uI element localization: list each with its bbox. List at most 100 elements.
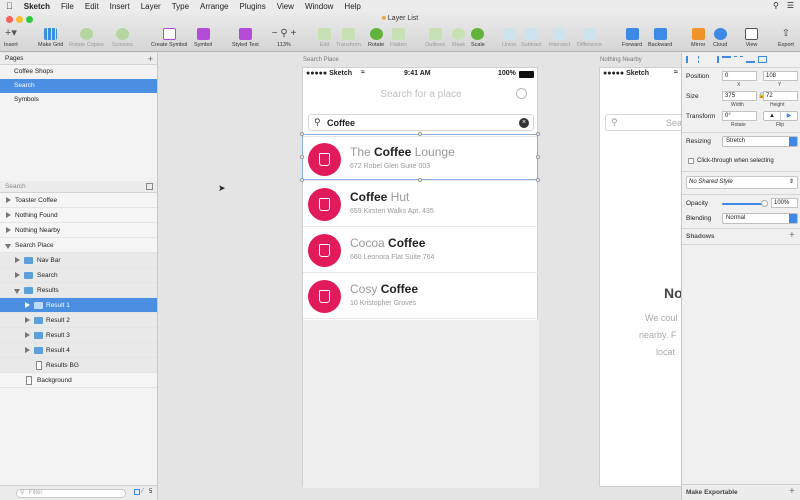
intersect-button[interactable]: Intersect xyxy=(549,28,570,48)
transform-button[interactable]: Transform xyxy=(336,28,361,48)
resizing-select[interactable]: Stretch xyxy=(722,136,798,147)
result-row[interactable]: The Coffee Lounge 672 Robel Glen Suite 0… xyxy=(303,136,539,181)
gear-icon[interactable] xyxy=(516,88,527,99)
flatten-button[interactable]: Flatten xyxy=(390,28,407,48)
page-item-selected[interactable]: Search xyxy=(0,79,157,93)
add-page-icon[interactable]: + xyxy=(148,53,153,65)
rotate-copies-button[interactable]: Rotate Copies xyxy=(69,28,104,48)
blending-select[interactable]: Normal xyxy=(722,213,798,224)
disclosure-icon[interactable] xyxy=(6,227,11,233)
menu-app[interactable]: Sketch xyxy=(24,2,50,11)
add-shadow-icon[interactable]: + xyxy=(789,230,795,241)
layer-row[interactable]: Results BG xyxy=(0,358,157,373)
page-item[interactable]: Symbols xyxy=(0,93,157,107)
width-field[interactable]: 375 xyxy=(722,91,757,101)
height-field[interactable]: 72 xyxy=(763,91,798,101)
page-item[interactable]: Coffee Shops xyxy=(0,65,157,79)
outlines-button[interactable]: Outlines xyxy=(425,28,445,48)
forward-button[interactable]: Forward xyxy=(622,28,642,48)
shared-style-select[interactable]: No Shared Style ⇕ xyxy=(686,176,798,189)
layer-row[interactable]: Background xyxy=(0,373,157,388)
y-field[interactable]: 108 xyxy=(763,71,798,81)
symbols-filter-icon[interactable] xyxy=(134,489,140,495)
disclosure-icon[interactable] xyxy=(25,317,30,323)
cloud-button[interactable]: Cloud xyxy=(713,28,727,48)
scissors-button[interactable]: Scissors xyxy=(112,28,133,48)
mirror-button[interactable]: Mirror xyxy=(691,28,705,48)
resize-handle[interactable] xyxy=(536,178,540,182)
menu-file[interactable]: File xyxy=(61,2,74,11)
styled-text-button[interactable]: Styled Text xyxy=(232,28,259,48)
menu-window[interactable]: Window xyxy=(305,2,333,11)
layer-row[interactable]: Search xyxy=(0,268,157,283)
add-export-icon[interactable]: + xyxy=(789,486,795,497)
edit-button[interactable]: Edit xyxy=(318,28,331,48)
disclosure-icon[interactable] xyxy=(5,244,11,249)
menu-help[interactable]: Help xyxy=(344,2,360,11)
opacity-field[interactable]: 100% xyxy=(771,198,798,208)
align-middle-icon[interactable] xyxy=(734,56,743,63)
zoom-control[interactable]: − ⚲ + 113% xyxy=(270,28,298,48)
resize-handle[interactable] xyxy=(536,132,540,136)
menu-edit[interactable]: Edit xyxy=(85,2,99,11)
layer-row[interactable]: Nothing Found xyxy=(0,208,157,223)
canvas[interactable]: Search Place Nothing Nearby ●●●●● Sketch… xyxy=(159,53,681,500)
clear-search-icon[interactable]: × xyxy=(519,118,529,128)
view-button[interactable]: View xyxy=(745,28,758,48)
flip-horizontal-icon[interactable]: ▲ xyxy=(764,112,781,120)
disclosure-icon[interactable] xyxy=(14,289,20,294)
insert-button[interactable]: +▾ Insert xyxy=(4,28,18,49)
disclosure-icon[interactable] xyxy=(25,302,30,308)
export-section[interactable]: Make Exportable + xyxy=(682,484,800,500)
flip-vertical-icon[interactable]: ▶ xyxy=(781,112,797,120)
disclosure-icon[interactable] xyxy=(6,212,11,218)
layer-row[interactable]: Search Place xyxy=(0,238,157,253)
artboard-title[interactable]: Nothing Nearby xyxy=(600,57,642,63)
opacity-slider[interactable] xyxy=(722,203,766,205)
menu-insert[interactable]: Insert xyxy=(110,2,130,11)
search-field[interactable]: ⚲ Sear xyxy=(605,114,681,131)
layer-row[interactable]: Results xyxy=(0,283,157,298)
artboard-search-place[interactable]: ●●●●● Sketch ≈ 9:41 AM 100% Search for a… xyxy=(302,67,539,488)
mask-button[interactable]: Mask xyxy=(452,28,465,48)
menu-view[interactable]: View xyxy=(277,2,294,11)
result-row[interactable]: Cocoa Coffee 660 Leonora Flat Suite 764 xyxy=(303,228,539,273)
resize-handle[interactable] xyxy=(418,178,422,182)
resize-handle[interactable] xyxy=(418,132,422,136)
distribute-icon[interactable] xyxy=(758,56,767,63)
filter-input[interactable]: ⚲ Filter xyxy=(16,489,126,498)
disclosure-icon[interactable] xyxy=(6,197,11,203)
align-top-icon[interactable] xyxy=(722,56,731,63)
x-field[interactable]: 0 xyxy=(722,71,757,81)
symbol-button[interactable]: Symbol xyxy=(194,28,212,48)
menu-plugins[interactable]: Plugins xyxy=(240,2,266,11)
layer-row[interactable]: Result 4 xyxy=(0,343,157,358)
search-icon[interactable]: ⚲ xyxy=(773,1,779,10)
clickthrough-checkbox[interactable] xyxy=(688,158,694,164)
align-center-icon[interactable] xyxy=(698,56,707,63)
opacity-slider-knob[interactable] xyxy=(761,200,768,207)
artboard-nothing-nearby[interactable]: ●●●●● Sketch ≈ ⚲ Sear No We coul nearby.… xyxy=(599,67,681,487)
align-left-icon[interactable] xyxy=(686,56,695,63)
backward-button[interactable]: Backward xyxy=(648,28,672,48)
subtract-button[interactable]: Subtract xyxy=(521,28,541,48)
layer-search-field[interactable]: Search xyxy=(0,181,157,193)
rotate-button[interactable]: Rotate xyxy=(368,28,384,48)
layer-row[interactable]: Nav Bar xyxy=(0,253,157,268)
slice-filter-icon[interactable]: ⁄ xyxy=(142,488,143,495)
artboard-title[interactable]: Search Place xyxy=(303,57,339,63)
resize-handle[interactable] xyxy=(300,178,304,182)
resize-handle[interactable] xyxy=(300,132,304,136)
create-symbol-button[interactable]: Create Symbol xyxy=(151,28,187,48)
scale-button[interactable]: Scale xyxy=(471,28,485,48)
layer-row[interactable]: Toaster Coffee xyxy=(0,193,157,208)
collapse-icon[interactable] xyxy=(146,183,153,190)
disclosure-icon[interactable] xyxy=(25,347,30,353)
result-row[interactable]: Coffee Hut 659 Kirsten Walks Apt. 435 xyxy=(303,182,539,227)
search-field[interactable]: ⚲ Coffee × xyxy=(308,114,534,131)
disclosure-icon[interactable] xyxy=(25,332,30,338)
list-icon[interactable]: ☰ xyxy=(787,1,794,10)
result-row[interactable]: Cosy Coffee 10 Kristopher Groves xyxy=(303,274,539,319)
union-button[interactable]: Union xyxy=(502,28,516,48)
disclosure-icon[interactable] xyxy=(15,257,20,263)
